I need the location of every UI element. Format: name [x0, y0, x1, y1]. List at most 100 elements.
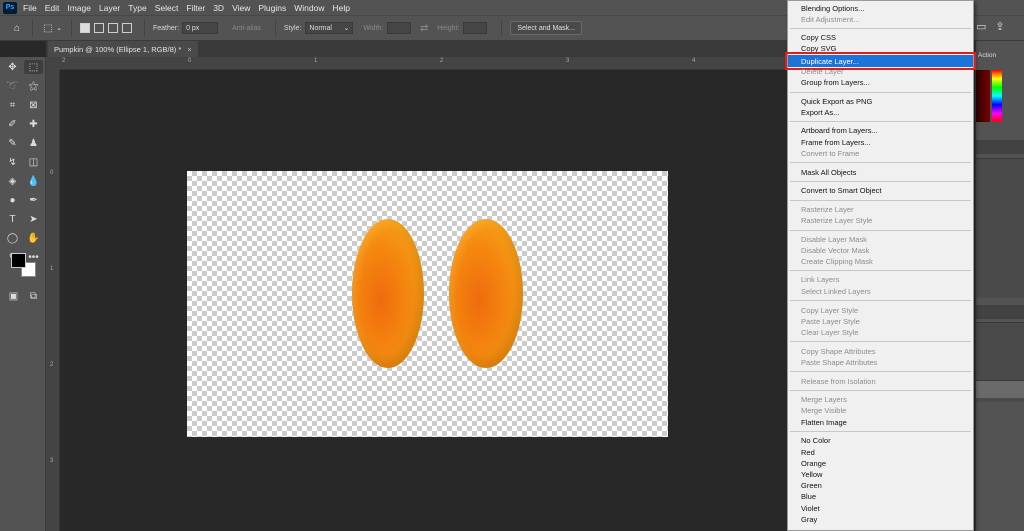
- workspace-layout-icon[interactable]: ▭: [976, 20, 986, 33]
- menu-item-color-none[interactable]: No Color: [788, 435, 973, 446]
- menu-item-frame-from-layers[interactable]: Frame from Layers...: [788, 137, 973, 148]
- menu-item-color-green[interactable]: Green: [788, 480, 973, 491]
- color-field[interactable]: [976, 70, 990, 122]
- menu-item-merge-visible: Merge Visible: [801, 406, 847, 415]
- menu-item-quick-export-png[interactable]: Quick Export as PNG: [788, 96, 973, 107]
- vertical-ruler[interactable]: 0 1 2 3: [46, 70, 60, 531]
- menu-image[interactable]: Image: [67, 3, 91, 13]
- menu-item-color-violet[interactable]: Violet: [788, 503, 973, 514]
- lasso-tool-icon[interactable]: ➰: [3, 79, 22, 93]
- marquee-tool-preset-icon[interactable]: ⬚: [41, 21, 55, 35]
- menu-layer[interactable]: Layer: [99, 3, 120, 13]
- chevron-down-icon[interactable]: ⌄: [55, 21, 63, 35]
- ellipse-shape-2[interactable]: [449, 219, 523, 368]
- type-tool-icon[interactable]: T: [3, 212, 22, 226]
- feather-input[interactable]: 0 px: [182, 22, 219, 34]
- menu-filter[interactable]: Filter: [186, 3, 205, 13]
- menu-item-merge-layers: Merge Layers: [801, 395, 847, 404]
- document-tab[interactable]: Pumpkin @ 100% (Ellipse 1, RGB/8) * ×: [48, 41, 198, 57]
- menu-select[interactable]: Select: [155, 3, 179, 13]
- document-canvas[interactable]: [187, 171, 668, 437]
- actions-panel-tab[interactable]: Action: [978, 52, 996, 59]
- menu-item-color-orange[interactable]: Orange: [788, 458, 973, 469]
- ruler-mark: 0: [188, 58, 192, 64]
- rectangular-marquee-tool-icon[interactable]: ⬚: [24, 60, 43, 74]
- menu-view[interactable]: View: [232, 3, 250, 13]
- menu-item-group-from-layers[interactable]: Group from Layers...: [788, 77, 973, 88]
- menu-item-mask-all-objects[interactable]: Mask All Objects: [788, 167, 973, 178]
- menu-item-artboard-from-layers[interactable]: Artboard from Layers...: [788, 125, 973, 136]
- menu-plugins[interactable]: Plugins: [258, 3, 286, 13]
- hue-spectrum-slider[interactable]: [992, 70, 1002, 122]
- menu-3d[interactable]: 3D: [213, 3, 224, 13]
- dodge-tool-icon[interactable]: ●: [3, 193, 22, 207]
- swap-dimensions-icon[interactable]: ⇄: [417, 21, 431, 35]
- home-icon[interactable]: ⌂: [10, 21, 24, 35]
- width-label: Width:: [363, 24, 384, 32]
- menu-item-flatten-image[interactable]: Flatten Image: [788, 417, 973, 428]
- foreground-color-swatch[interactable]: [11, 253, 26, 268]
- eyedropper-tool-icon[interactable]: ✐: [3, 117, 22, 131]
- intersect-selection-icon[interactable]: [122, 23, 132, 33]
- menu-file[interactable]: File: [23, 3, 37, 13]
- ruler-mark: 3: [566, 58, 570, 64]
- clone-stamp-tool-icon[interactable]: ♟: [24, 136, 43, 150]
- menu-separator: [790, 92, 971, 93]
- ruler-mark: 3: [50, 458, 54, 464]
- blur-tool-icon[interactable]: 💧: [24, 174, 43, 188]
- menu-item-color-blue[interactable]: Blue: [788, 491, 973, 502]
- quick-mask-icon[interactable]: ▣: [4, 289, 23, 303]
- menu-separator: [790, 390, 971, 391]
- paint-bucket-tool-icon[interactable]: ◈: [3, 174, 22, 188]
- eraser-tool-icon[interactable]: ◫: [24, 155, 43, 169]
- menu-item-color-yellow[interactable]: Yellow: [788, 469, 973, 480]
- crop-tool-icon[interactable]: ⌗: [3, 98, 22, 112]
- menu-type[interactable]: Type: [128, 3, 146, 13]
- divider: [32, 20, 33, 36]
- color-swatches[interactable]: [9, 253, 39, 283]
- healing-brush-tool-icon[interactable]: ✚: [24, 117, 43, 131]
- close-icon[interactable]: ×: [187, 45, 191, 54]
- menu-item-convert-to-smart-object[interactable]: Convert to Smart Object: [788, 185, 973, 196]
- anti-alias-checkbox[interactable]: Anti-alias: [232, 25, 261, 32]
- menu-separator: [790, 300, 971, 301]
- select-and-mask-button[interactable]: Select and Mask...: [510, 21, 583, 35]
- height-input[interactable]: [463, 22, 488, 34]
- share-icon[interactable]: ⇪: [995, 20, 1004, 33]
- magic-wand-tool-icon[interactable]: ⚝: [24, 79, 43, 93]
- anti-alias-label: Anti-alias: [232, 24, 261, 32]
- ellipse-tool-icon[interactable]: ◯: [3, 231, 22, 245]
- menu-item-export-as[interactable]: Export As...: [788, 107, 973, 118]
- move-tool-icon[interactable]: ✥: [3, 60, 22, 74]
- menu-item-color-red[interactable]: Red: [788, 447, 973, 458]
- new-selection-icon[interactable]: [80, 23, 90, 33]
- ellipse-shape-1[interactable]: [352, 219, 424, 368]
- menu-item-blending-options[interactable]: Blending Options...: [788, 3, 973, 14]
- hand-tool-icon[interactable]: ✋: [24, 231, 43, 245]
- menu-separator: [790, 230, 971, 231]
- width-input[interactable]: [387, 22, 412, 34]
- style-select[interactable]: Normal ⌄: [305, 22, 354, 34]
- menu-item-color-gray[interactable]: Gray: [788, 514, 973, 525]
- menu-window[interactable]: Window: [294, 3, 324, 13]
- add-selection-icon[interactable]: [94, 23, 104, 33]
- pen-tool-icon[interactable]: ✒: [24, 193, 43, 207]
- panel-header: [976, 305, 1024, 319]
- feather-control: Feather: 0 px: [153, 22, 219, 34]
- menu-help[interactable]: Help: [332, 3, 349, 13]
- divider: [71, 20, 72, 36]
- menu-separator: [790, 162, 971, 163]
- path-selection-tool-icon[interactable]: ➤: [24, 212, 43, 226]
- menu-edit[interactable]: Edit: [45, 3, 60, 13]
- frame-tool-icon[interactable]: ⊠: [24, 98, 43, 112]
- subtract-selection-icon[interactable]: [108, 23, 118, 33]
- ruler-mark: 1: [50, 266, 54, 272]
- height-control: Height:: [437, 22, 488, 34]
- menu-item-copy-svg[interactable]: Copy SVG: [788, 43, 973, 54]
- chevron-down-icon: ⌄: [343, 25, 350, 32]
- screen-mode-icon[interactable]: ⧉: [24, 289, 43, 303]
- history-brush-tool-icon[interactable]: ↯: [3, 155, 22, 169]
- menu-item-copy-css[interactable]: Copy CSS: [788, 32, 973, 43]
- layer-row[interactable]: [976, 380, 1024, 398]
- brush-tool-icon[interactable]: ✎: [3, 136, 22, 150]
